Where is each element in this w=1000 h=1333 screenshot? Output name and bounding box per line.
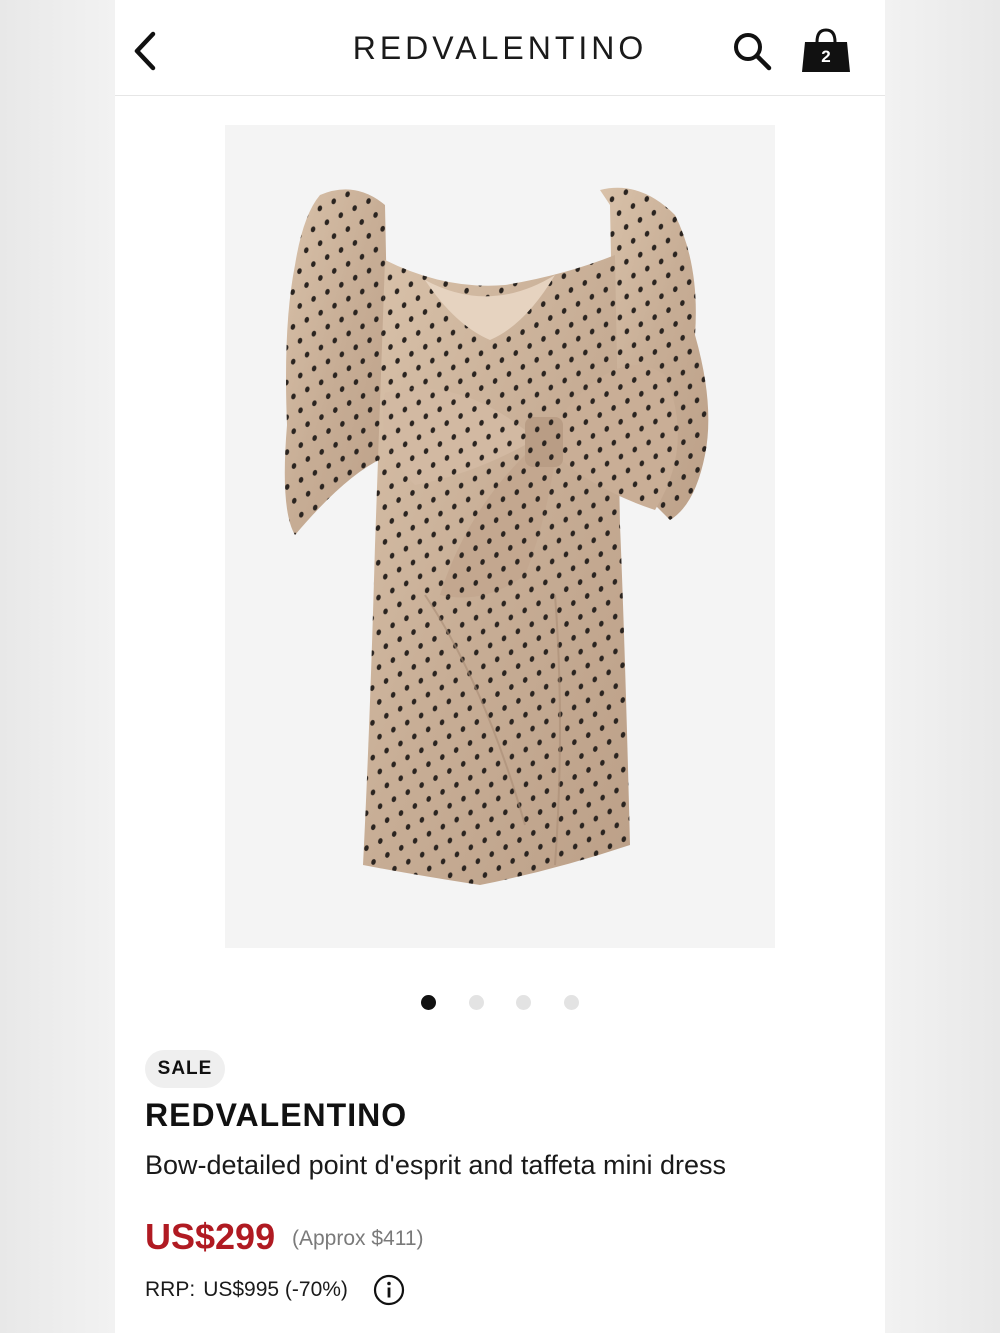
image-pagination [115, 995, 885, 1015]
rrp-value: US$995 (-70%) [203, 1278, 348, 1301]
pagination-dot-2[interactable] [468, 995, 484, 1010]
pagination-dot-3[interactable] [516, 995, 532, 1010]
cart-button[interactable]: 2 [799, 26, 853, 76]
top-bar: REDVALENTINO 2 [115, 0, 885, 96]
product-brand[interactable]: REDVALENTINO [145, 1097, 407, 1134]
product-image[interactable] [225, 125, 775, 948]
sale-price: US$299 [145, 1216, 276, 1257]
cart-count-badge: 2 [821, 47, 831, 66]
rrp-line: RRP: US$995 (-70%) [145, 1278, 348, 1302]
product-title: Bow-detailed point d'esprit and taffeta … [145, 1150, 726, 1180]
search-button[interactable] [731, 30, 773, 72]
price-info-button[interactable] [373, 1274, 405, 1306]
info-icon [373, 1274, 405, 1306]
approx-price: (Approx $411) [292, 1227, 424, 1250]
search-icon [734, 33, 772, 71]
background-right [885, 0, 1000, 1333]
sale-badge: SALE [145, 1050, 225, 1088]
rrp-label: RRP: [145, 1278, 196, 1301]
pagination-dot-4[interactable] [563, 995, 579, 1010]
pagination-dot-1[interactable] [421, 995, 437, 1010]
product-page: REDVALENTINO 2 SALE REDVALENTINO Bow-det… [115, 0, 885, 1333]
dress-illustration [284, 187, 709, 885]
background-left [0, 0, 115, 1333]
